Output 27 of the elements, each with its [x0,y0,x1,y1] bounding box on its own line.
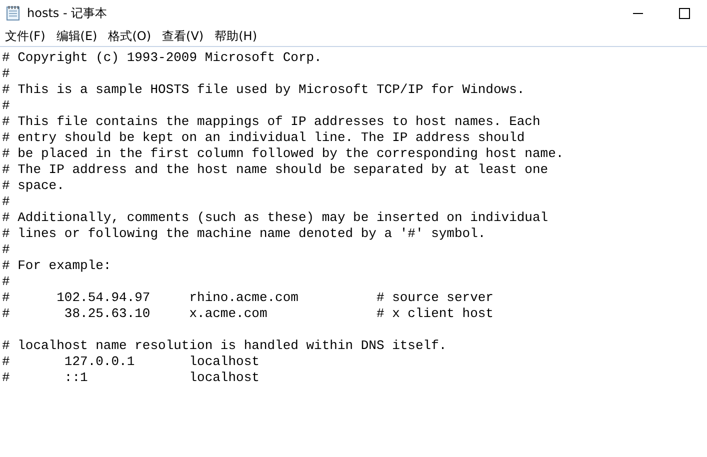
menu-item[interactable]: 查看(V) [157,28,210,44]
window-title: hosts - 记事本 [27,4,108,22]
text-line: # The IP address and the host name should be separated by at least one [2,162,548,178]
text-line: # [2,66,10,82]
text-line: # entry should be kept on an individual line. The IP address should [2,130,525,146]
text-line: # This file contains the mappings of IP addresses to host names. Each [2,114,540,130]
text-line: # Additionally, comments (such as these) may be inserted on individual [2,210,548,226]
menu-item[interactable]: 帮助(H) [210,28,263,44]
text-line: # 102.54.94.97 rhino.acme.com # source server [2,290,494,306]
text-line: # [2,242,10,258]
text-line: # [2,98,10,114]
text-line: # For example: [2,258,112,274]
menu-item[interactable]: 格式(O) [103,28,158,44]
text-line: # 38.25.63.10 x.acme.com # x client host [2,306,494,322]
text-line: # 127.0.0.1 localhost [2,354,260,370]
notepad-icon [6,5,20,21]
menu-item[interactable]: 文件(F) [0,28,52,44]
text-line: # [2,274,10,290]
text-line: # lines or following the machine name denoted by a '#' symbol. [2,226,486,242]
text-line: # [2,194,10,210]
text-line: # localhost name resolution is handled within DNS itself. [2,338,447,354]
text-line: # space. [2,178,64,194]
text-line: # be placed in the first column followed by the corresponding host name. [2,146,564,162]
menu-item[interactable]: 编辑(E) [51,28,104,44]
text-line: # This is a sample HOSTS file used by Microsoft TCP/IP for Windows. [2,82,525,98]
text-line: # Copyright (c) 1993-2009 Microsoft Corp. [2,50,322,66]
text-line: # ::1 localhost [2,370,260,386]
